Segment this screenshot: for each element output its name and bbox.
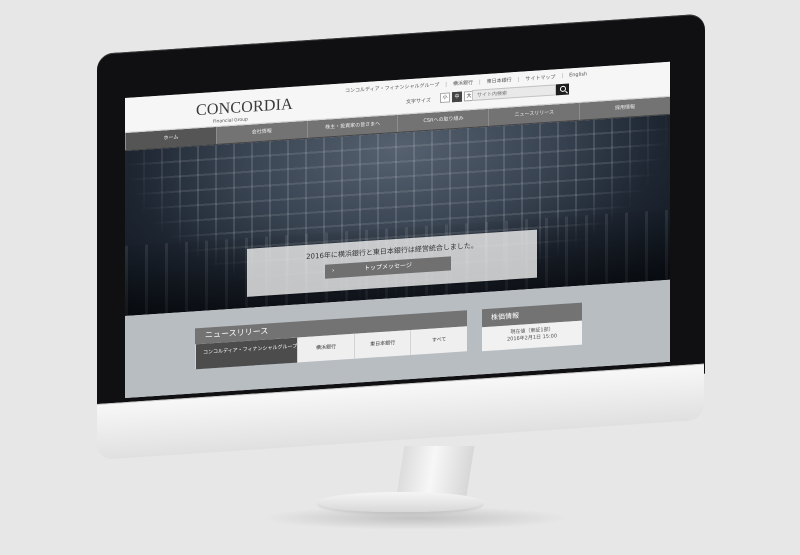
monitor-stand-base (318, 492, 483, 512)
site-search-input[interactable] (472, 84, 556, 101)
utility-link-concordia[interactable]: コンコルディア・フィナンシャルグループ (345, 81, 439, 94)
search-button[interactable] (556, 83, 569, 96)
top-message-button[interactable]: › トップメッセージ (325, 256, 451, 279)
utility-link-sitemap[interactable]: サイトマップ (518, 73, 555, 83)
arrow-icon: › (332, 267, 335, 275)
stock-info-box: 現在値（東証1部） 2016年2月1日 15:00 (482, 320, 582, 352)
utility-link-higashi-nippon[interactable]: 東日本銀行 (479, 76, 512, 85)
utility-link-yokohama[interactable]: 横浜銀行 (445, 79, 473, 88)
tab-yokohama[interactable]: 横浜銀行 (297, 333, 354, 363)
font-size-label: 文字サイズ (406, 97, 431, 106)
font-size-medium-button[interactable]: 中 (452, 91, 462, 103)
concordia-logo[interactable]: CONCORDIA (196, 96, 293, 119)
monitor-scene: CONCORDIA Financial Group コンコルディア・フィナンシャ… (0, 0, 800, 555)
tab-concordia[interactable]: コンコルディア・フィナンシャルグループ (195, 337, 298, 370)
tab-higashi-nippon[interactable]: 東日本銀行 (353, 330, 411, 359)
utility-link-english[interactable]: English (561, 71, 587, 80)
tab-all[interactable]: すべて (410, 326, 467, 356)
font-size-controls: 小 中 大 (440, 90, 474, 104)
font-size-small-button[interactable]: 小 (440, 92, 450, 104)
logo-subtitle: Financial Group (213, 116, 248, 125)
website-screen: CONCORDIA Financial Group コンコルディア・フィナンシャ… (125, 61, 670, 398)
search-icon (560, 85, 566, 93)
top-message-button-label: トップメッセージ (364, 261, 412, 273)
